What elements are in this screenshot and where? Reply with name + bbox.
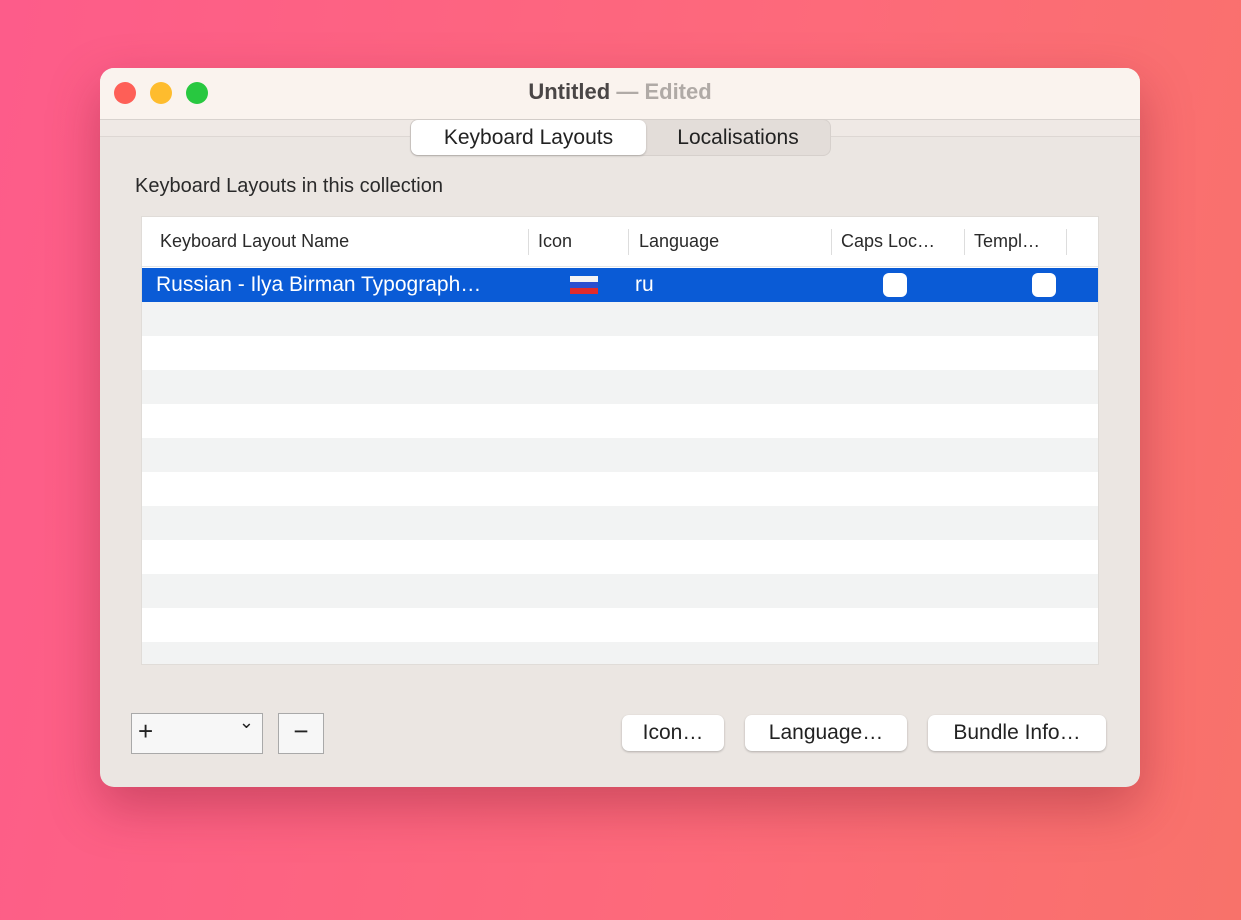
column-header-language[interactable]: Language [639, 231, 719, 255]
empty-row [142, 540, 1098, 574]
bundle-info-button[interactable]: Bundle Info… [928, 715, 1106, 751]
window-title: Untitled — Edited [100, 79, 1140, 105]
table-header: Keyboard Layout Name Icon Language Caps … [142, 217, 1098, 267]
main-window: Untitled — Edited Keyboard Layouts Local… [100, 68, 1140, 787]
russian-flag-icon [570, 276, 598, 294]
plus-icon: + [138, 716, 154, 746]
empty-row [142, 608, 1098, 642]
empty-row [142, 370, 1098, 404]
empty-row [142, 302, 1098, 336]
chevron-down-icon: ⌄ [238, 712, 254, 732]
empty-row [142, 506, 1098, 540]
table-row[interactable]: Russian - Ilya Birman Typograph… ru [142, 268, 1098, 302]
empty-row [142, 404, 1098, 438]
column-divider[interactable] [528, 229, 529, 255]
title-text: Untitled [528, 79, 611, 104]
column-divider[interactable] [964, 229, 965, 255]
column-header-name[interactable]: Keyboard Layout Name [160, 231, 349, 255]
edited-status: Edited [644, 79, 712, 104]
column-header-template[interactable]: Templ… [974, 231, 1040, 255]
layouts-table: Keyboard Layout Name Icon Language Caps … [141, 216, 1099, 665]
title-separator: — [616, 79, 639, 104]
column-header-caps-lock[interactable]: Caps Loc… [841, 231, 935, 255]
title-bar: Untitled — Edited [100, 68, 1140, 120]
remove-layout-button[interactable]: − [278, 713, 324, 754]
caps-lock-checkbox[interactable] [883, 273, 907, 297]
language-button[interactable]: Language… [745, 715, 907, 751]
section-heading: Keyboard Layouts in this collection [135, 175, 443, 197]
layout-language: ru [635, 273, 654, 296]
empty-row [142, 472, 1098, 506]
column-divider[interactable] [628, 229, 629, 255]
empty-row [142, 336, 1098, 370]
template-checkbox[interactable] [1032, 273, 1056, 297]
tab-localisations[interactable]: Localisations [646, 120, 830, 155]
empty-row [142, 438, 1098, 472]
tab-control: Keyboard Layouts Localisations [410, 119, 831, 156]
empty-row [142, 574, 1098, 608]
layout-name: Russian - Ilya Birman Typograph… [156, 273, 482, 296]
column-header-icon[interactable]: Icon [538, 231, 572, 255]
icon-button[interactable]: Icon… [622, 715, 724, 751]
tab-keyboard-layouts[interactable]: Keyboard Layouts [411, 120, 646, 155]
column-divider[interactable] [831, 229, 832, 255]
column-divider[interactable] [1066, 229, 1067, 255]
empty-row [142, 642, 1098, 664]
add-layout-dropdown[interactable]: + ⌄ [131, 712, 263, 754]
